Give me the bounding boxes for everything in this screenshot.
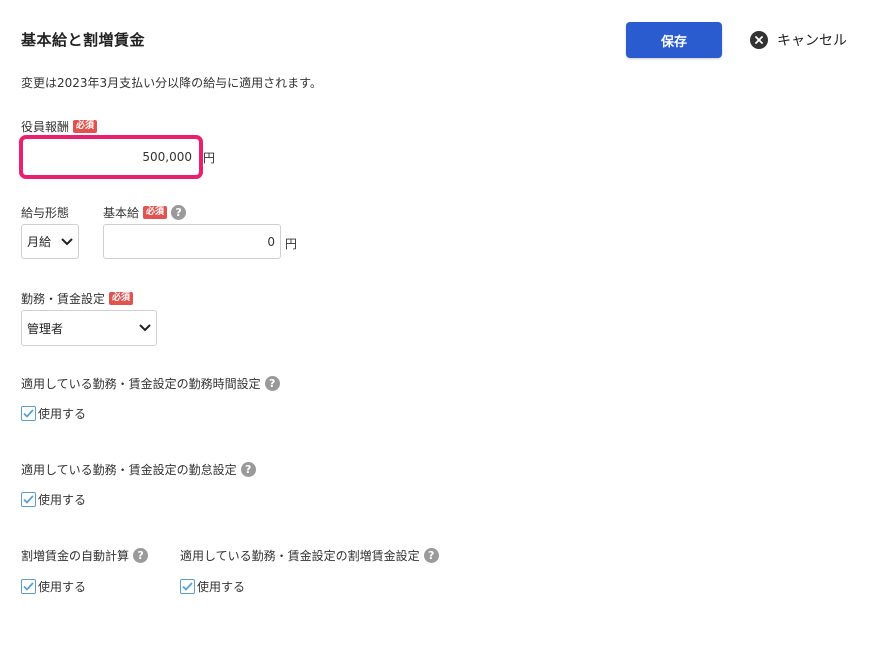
attendance-label: 適用している勤務・賃金設定の勤怠設定 xyxy=(21,463,237,477)
executive-pay-unit: 円 xyxy=(203,151,216,165)
pay-type-select[interactable]: 月給 xyxy=(21,224,79,259)
notice-text: 変更は2023年3月支払い分以降の給与に適用されます。 xyxy=(21,76,322,90)
base-salary-input[interactable] xyxy=(103,224,281,259)
auto-calc-checkbox[interactable] xyxy=(21,579,36,594)
chevron-down-icon xyxy=(61,235,73,249)
executive-pay-input[interactable] xyxy=(24,140,198,174)
required-badge: 必須 xyxy=(143,206,168,219)
auto-calc-checkbox-label: 使用する xyxy=(38,580,87,594)
check-icon xyxy=(23,409,34,418)
work-setting-label-row: 勤務・賃金設定 必須 xyxy=(21,290,134,307)
check-icon xyxy=(23,582,34,591)
work-hours-label: 適用している勤務・賃金設定の勤務時間設定 xyxy=(21,377,261,391)
required-badge: 必須 xyxy=(73,120,98,133)
work-hours-checkbox[interactable] xyxy=(21,406,36,421)
pay-type-label: 給与形態 xyxy=(21,206,70,220)
cancel-button[interactable]: キャンセル xyxy=(750,30,847,50)
chevron-down-icon xyxy=(139,321,151,335)
close-icon xyxy=(750,31,768,49)
auto-calc-label: 割増賃金の自動計算 xyxy=(21,549,130,563)
base-salary-unit: 円 xyxy=(285,237,298,251)
premium-setting-label: 適用している勤務・賃金設定の割増賃金設定 xyxy=(180,549,420,563)
help-icon[interactable]: ? xyxy=(264,376,280,391)
work-hours-checkbox-label: 使用する xyxy=(38,407,87,421)
check-icon xyxy=(182,582,193,591)
help-icon[interactable]: ? xyxy=(423,548,439,563)
work-setting-select[interactable]: 管理者 xyxy=(21,310,157,346)
work-hours-label-row: 適用している勤務・賃金設定の勤務時間設定 ? xyxy=(21,375,280,392)
help-icon[interactable]: ? xyxy=(171,205,187,220)
help-icon[interactable]: ? xyxy=(240,462,256,477)
attendance-checkbox[interactable] xyxy=(21,492,36,507)
work-setting-label: 勤務・賃金設定 xyxy=(21,292,106,306)
page-title: 基本給と割増賃金 xyxy=(21,31,146,49)
executive-pay-label-row: 役員報酬 必須 xyxy=(21,118,98,135)
premium-setting-checkbox[interactable] xyxy=(180,579,195,594)
auto-calc-label-row: 割増賃金の自動計算 ? xyxy=(21,547,149,564)
executive-pay-label: 役員報酬 xyxy=(21,120,70,134)
check-icon xyxy=(23,495,34,504)
premium-setting-label-row: 適用している勤務・賃金設定の割増賃金設定 ? xyxy=(180,547,439,564)
base-salary-label-row: 基本給 必須 ? xyxy=(103,204,187,221)
base-salary-label: 基本給 xyxy=(103,206,140,220)
work-hours-checkbox-row[interactable]: 使用する xyxy=(21,405,86,422)
attendance-checkbox-label: 使用する xyxy=(38,493,87,507)
cancel-label: キャンセル xyxy=(777,33,847,49)
save-button[interactable]: 保存 xyxy=(626,22,722,58)
attendance-label-row: 適用している勤務・賃金設定の勤怠設定 ? xyxy=(21,461,256,478)
premium-setting-checkbox-row[interactable]: 使用する xyxy=(180,578,245,595)
help-icon[interactable]: ? xyxy=(133,548,149,563)
auto-calc-checkbox-row[interactable]: 使用する xyxy=(21,578,86,595)
work-setting-value: 管理者 xyxy=(27,321,64,336)
premium-setting-checkbox-label: 使用する xyxy=(197,580,246,594)
attendance-checkbox-row[interactable]: 使用する xyxy=(21,491,86,508)
required-badge: 必須 xyxy=(109,292,134,305)
pay-type-value: 月給 xyxy=(27,235,52,249)
